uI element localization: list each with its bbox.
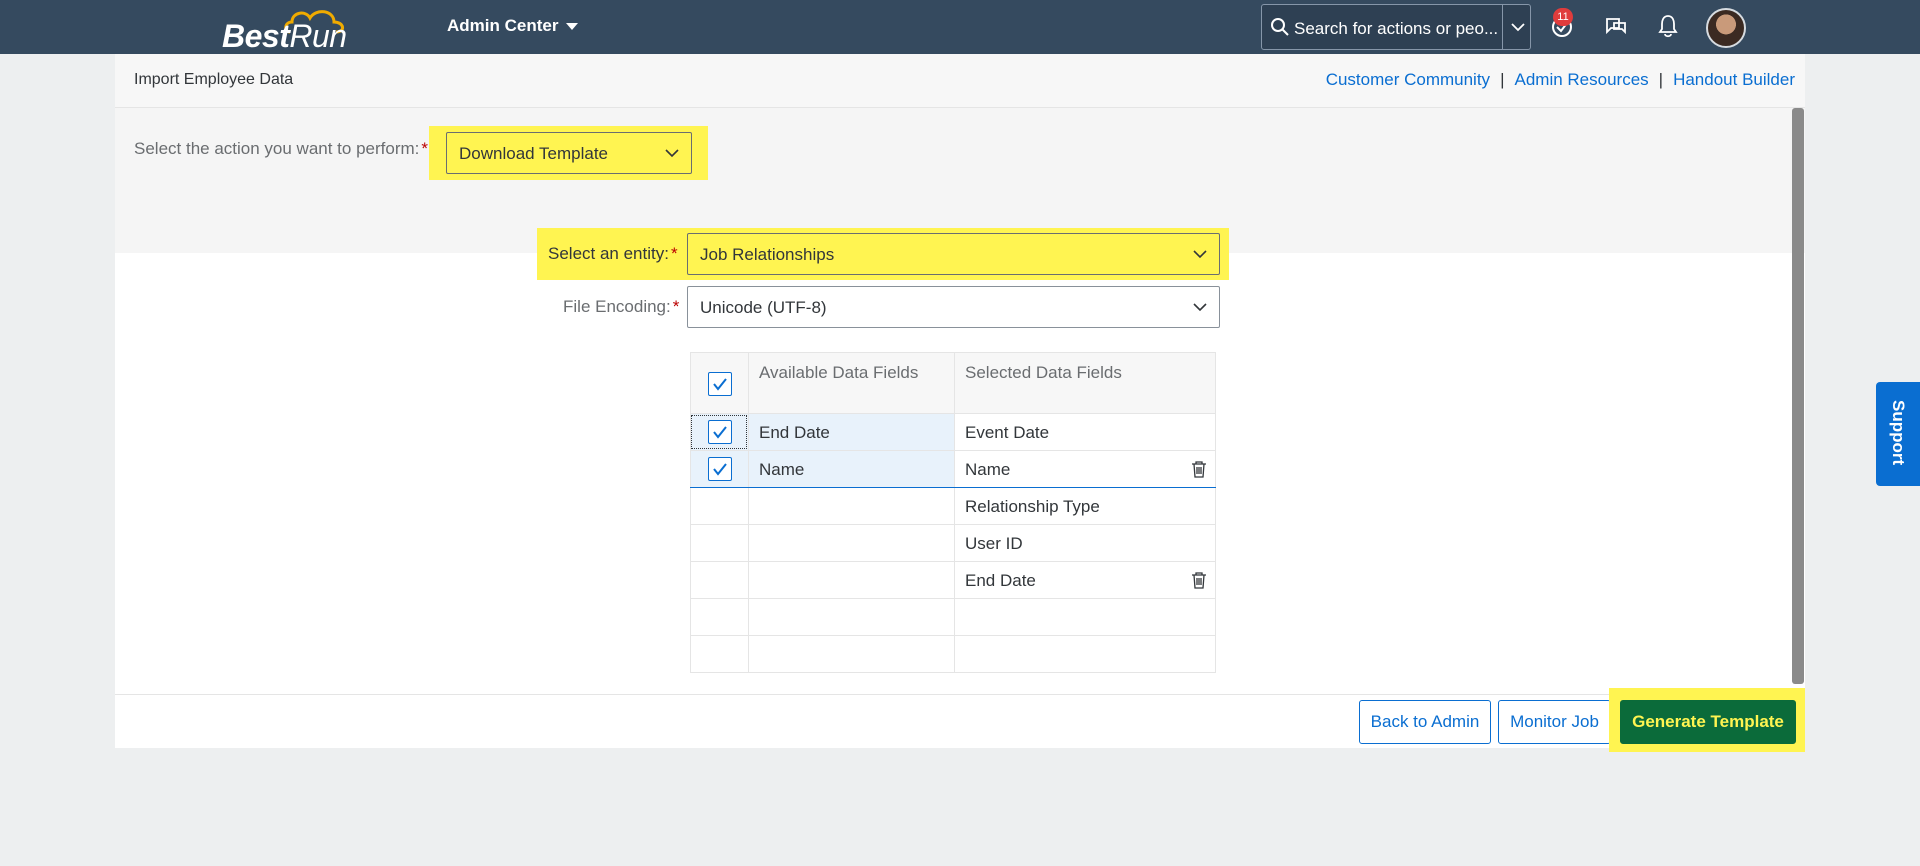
encoding-label: File Encoding: * — [563, 297, 680, 316]
selected-header-cell: Selected Data Fields — [954, 353, 1216, 413]
available-field: Name — [759, 460, 805, 479]
selected-field: Name — [965, 460, 1011, 479]
chevron-down-icon — [1193, 303, 1207, 312]
select-all-checkbox[interactable] — [708, 372, 732, 396]
row-checkbox-cell — [690, 562, 748, 598]
row-checkbox-cell — [690, 599, 748, 635]
monitor-job-button[interactable]: Monitor Job — [1498, 700, 1611, 744]
table-row[interactable]: Relationship Type — [690, 488, 1216, 525]
table-row[interactable]: End Date Event Date — [690, 414, 1216, 451]
table-row[interactable]: End Date — [690, 562, 1216, 599]
selected-cell: User ID — [954, 525, 1216, 561]
support-tab[interactable]: Support — [1876, 382, 1920, 486]
encoding-select-value: Unicode (UTF-8) — [700, 298, 827, 317]
encoding-select[interactable]: Unicode (UTF-8) — [687, 286, 1220, 328]
available-cell — [748, 525, 954, 561]
selected-field: Event Date — [965, 423, 1050, 442]
scrollbar[interactable] — [1792, 108, 1804, 684]
action-highlight: Download Template — [429, 126, 708, 180]
available-header: Available Data Fields — [759, 363, 919, 382]
selected-cell: Relationship Type — [954, 488, 1216, 524]
admin-center-label: Admin Center — [447, 16, 559, 35]
select-all-cell — [690, 353, 748, 413]
row-checkbox[interactable] — [708, 457, 732, 481]
selected-cell: End Date — [954, 562, 1216, 598]
search-placeholder: Search for actions or peo... — [1294, 19, 1499, 38]
available-cell — [748, 599, 954, 635]
row-checkbox-cell — [690, 488, 748, 524]
entity-select[interactable]: Job Relationships — [687, 233, 1220, 275]
shell-bar: BestRun Admin Center Search for actions … — [0, 0, 1920, 54]
entity-select-value: Job Relationships — [700, 245, 835, 264]
trash-icon[interactable] — [1191, 571, 1207, 589]
row-checkbox[interactable] — [708, 420, 732, 444]
support-label: Support — [1889, 400, 1908, 466]
row-checkbox-cell — [690, 636, 748, 672]
handout-builder-link[interactable]: Handout Builder — [1673, 70, 1795, 90]
chevron-down-icon[interactable] — [1510, 19, 1526, 35]
selected-cell — [954, 636, 1216, 672]
available-cell — [748, 562, 954, 598]
checkmark-icon — [713, 426, 727, 439]
logo-text: BestRun — [222, 18, 347, 54]
search-field[interactable]: Search for actions or peo... — [1261, 4, 1531, 50]
available-header-cell: Available Data Fields — [748, 353, 954, 413]
chat-icon[interactable] — [1604, 14, 1628, 38]
notification-badge: 11 — [1553, 8, 1573, 26]
generate-template-button[interactable]: Generate Template — [1620, 700, 1796, 744]
selected-field: User ID — [965, 534, 1023, 553]
table-row — [690, 599, 1216, 636]
chevron-down-icon — [665, 149, 679, 158]
checkmark-icon — [713, 463, 727, 476]
chevron-down-icon — [1193, 250, 1207, 259]
entity-label: Select an entity: * — [548, 244, 678, 263]
user-avatar[interactable] — [1706, 8, 1746, 48]
search-icon — [1271, 18, 1289, 36]
link-separator: | — [1658, 70, 1664, 89]
caret-down-icon — [566, 22, 579, 30]
checkmark-icon — [713, 378, 727, 391]
row-checkbox-cell — [690, 525, 748, 561]
table-row — [690, 636, 1216, 673]
admin-resources-link[interactable]: Admin Resources — [1514, 70, 1648, 90]
selected-header: Selected Data Fields — [965, 363, 1122, 382]
available-cell — [748, 636, 954, 672]
page-title: Import Employee Data — [134, 71, 294, 88]
selected-cell: Event Date — [954, 414, 1216, 450]
action-select[interactable]: Download Template — [446, 132, 692, 174]
action-select-value: Download Template — [459, 144, 608, 163]
customer-community-link[interactable]: Customer Community — [1326, 70, 1490, 90]
bell-icon[interactable] — [1657, 14, 1679, 38]
entity-highlight: Select an entity: * Job Relationships — [537, 228, 1229, 280]
trash-icon[interactable] — [1191, 460, 1207, 478]
table-row[interactable]: User ID — [690, 525, 1216, 562]
row-checkbox-cell — [690, 414, 748, 450]
selected-field: Relationship Type — [965, 497, 1100, 516]
available-field: End Date — [759, 423, 830, 442]
available-cell — [748, 488, 954, 524]
bestrun-logo[interactable]: BestRun — [222, 6, 372, 54]
link-separator: | — [1500, 70, 1505, 89]
back-to-admin-button[interactable]: Back to Admin — [1359, 700, 1491, 744]
search-divider — [1502, 5, 1503, 49]
available-cell: Name — [748, 451, 954, 487]
selected-field: End Date — [965, 571, 1036, 590]
page-header: Import Employee Data Customer Community … — [115, 54, 1805, 108]
available-cell: End Date — [748, 414, 954, 450]
row-checkbox-cell — [690, 451, 748, 487]
action-label: Select the action you want to perform: * — [134, 139, 428, 158]
admin-center-menu[interactable]: Admin Center — [447, 16, 579, 36]
selected-cell: Name — [954, 451, 1216, 487]
table-header-row: Available Data Fields Selected Data Fiel… — [690, 352, 1216, 414]
table-row[interactable]: Name Name — [690, 451, 1216, 488]
header-links: Customer Community | Admin Resources | H… — [1326, 70, 1795, 90]
selected-cell — [954, 599, 1216, 635]
